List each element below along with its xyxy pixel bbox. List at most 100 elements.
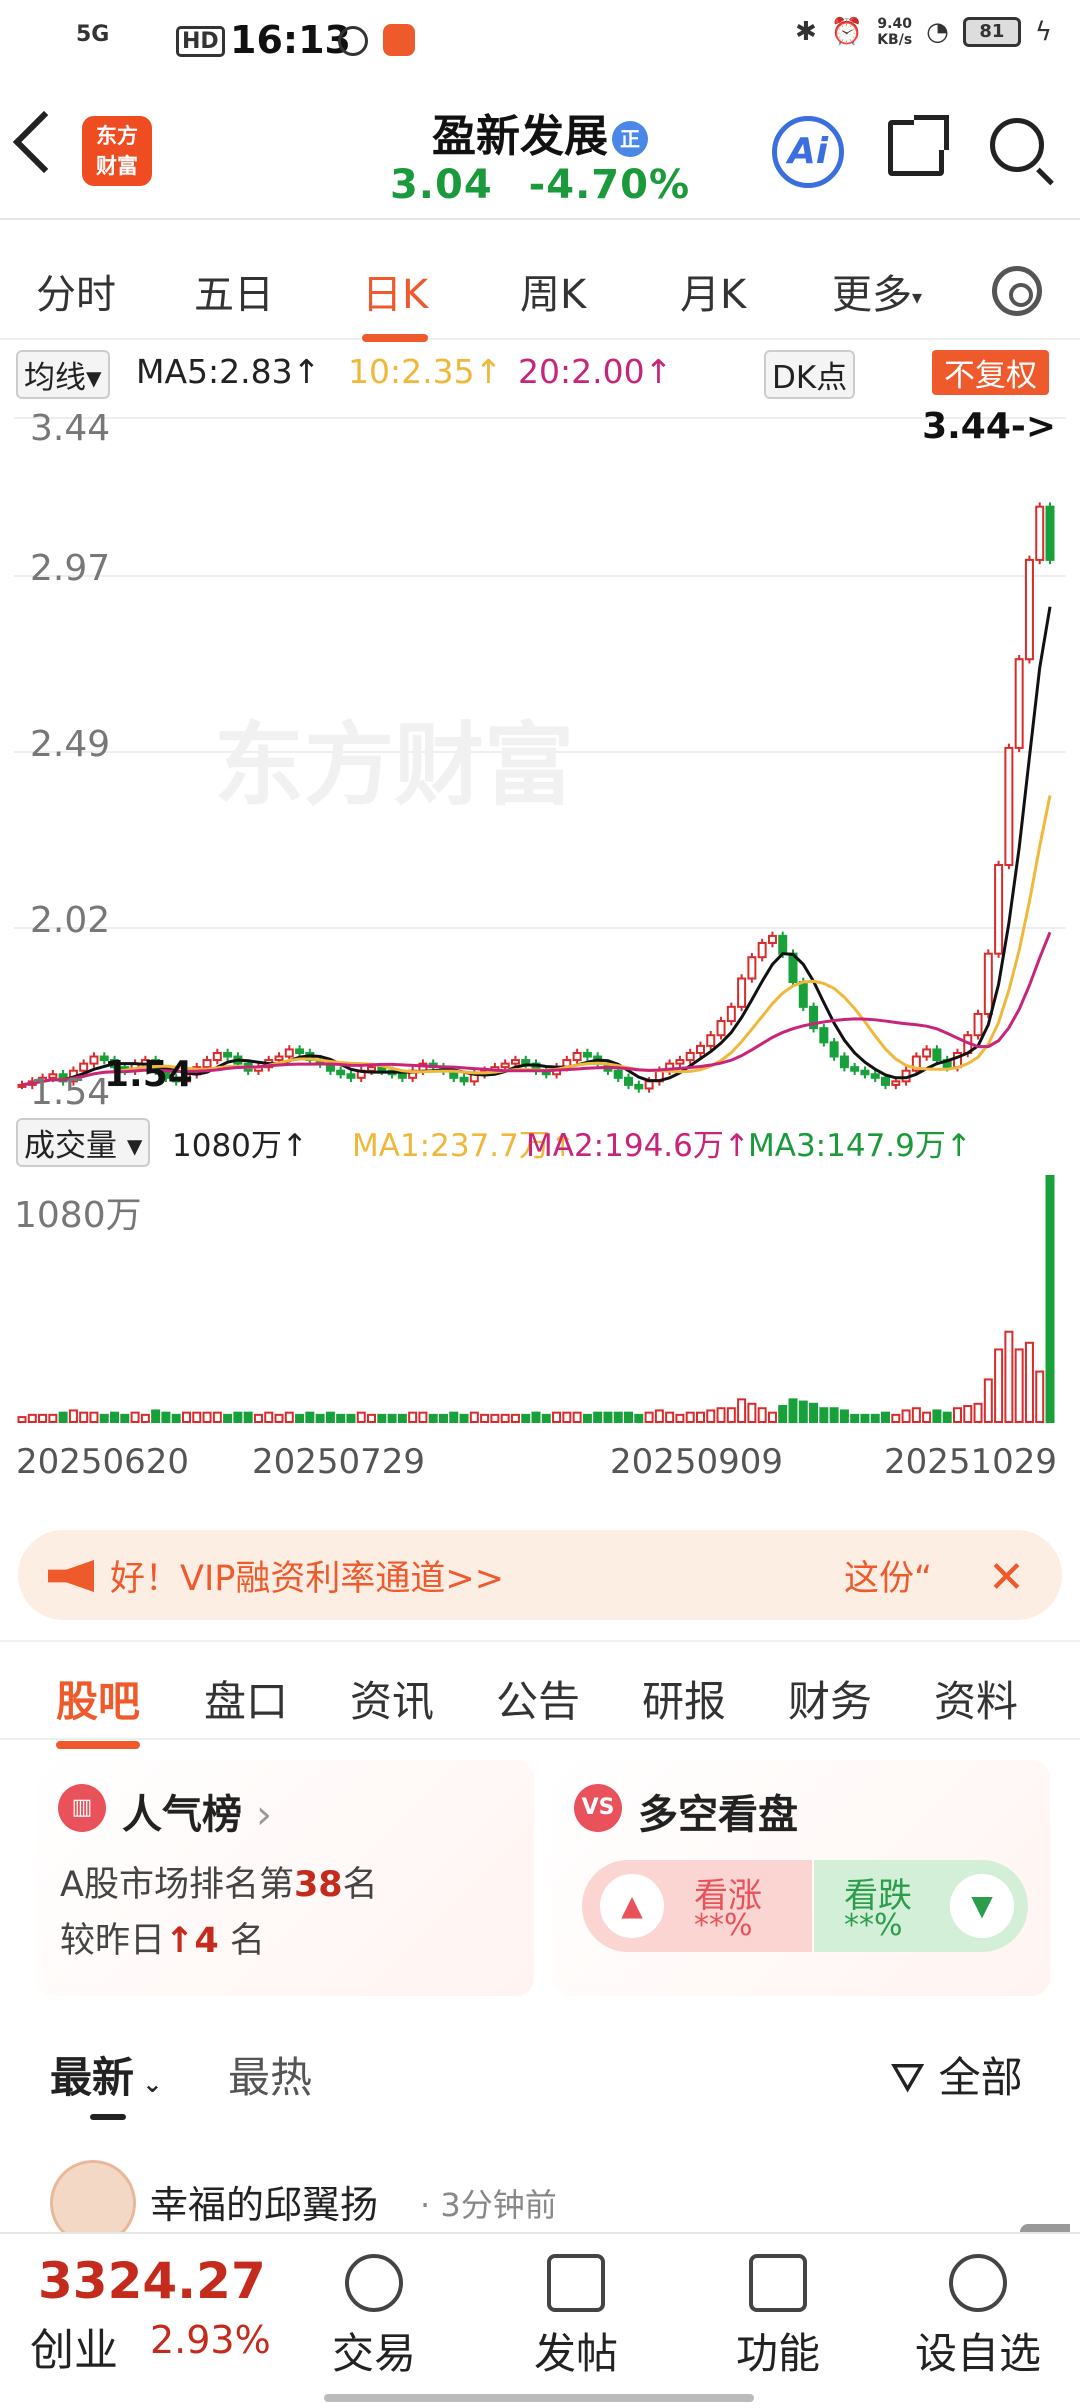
volume-bar: [562, 1411, 572, 1423]
nav-functions[interactable]: 功能: [708, 2254, 848, 2381]
dk-point-button[interactable]: DK点: [764, 350, 856, 399]
volume-bar: [17, 1416, 27, 1424]
tab-five-day[interactable]: 五日: [194, 262, 274, 320]
index-value[interactable]: 3324.27: [38, 2252, 266, 2310]
candle: [778, 934, 788, 955]
volume-bar: [593, 1411, 603, 1423]
tab-finance[interactable]: 财务: [788, 1668, 872, 1729]
trade-icon: [345, 2254, 403, 2312]
volume-ma1-text: MA1:237.7万: [352, 1128, 550, 1164]
volume-svg: [17, 1175, 1055, 1424]
candle: [367, 1066, 377, 1072]
ma10-text: 10:2.35: [348, 352, 475, 391]
alarm-icon: ⏰: [830, 17, 864, 47]
nav-trade[interactable]: 交易: [304, 2254, 444, 2381]
tab-more[interactable]: 更多▾: [832, 262, 922, 320]
volume-bar: [901, 1409, 911, 1424]
popularity-card[interactable]: ▥ 人气榜 › A股市场排名第38名 较昨日↑4 名: [36, 1760, 534, 1996]
candle: [973, 1012, 983, 1037]
candle: [202, 1059, 212, 1069]
bull-bear-card[interactable]: VS 多空看盘 ▲ 看涨 **% 看跌 **% ▼: [552, 1760, 1050, 1996]
tab-weekly-k[interactable]: 周K: [520, 262, 586, 320]
volume-bar: [510, 1413, 520, 1423]
candle: [829, 1041, 839, 1058]
nav-post[interactable]: 发帖: [506, 2254, 646, 2381]
vote-down-button[interactable]: 看跌 **% ▼: [814, 1860, 1028, 1952]
status-bar: 5G HD 16:13 ✱ ⏰ 9.40 KB/s ◔ 81 ϟ: [0, 0, 1080, 80]
tab-news[interactable]: 资讯: [350, 1668, 434, 1729]
tab-monthly-k[interactable]: 月K: [680, 262, 746, 320]
candle: [634, 1083, 644, 1090]
tab-latest[interactable]: 最新 ⌄: [50, 2044, 162, 2105]
candle: [706, 1034, 716, 1047]
volume-bar: [387, 1413, 397, 1423]
adjust-price-button[interactable]: 不复权: [932, 350, 1049, 395]
chevron-right-icon: ›: [255, 1792, 272, 1838]
grid-icon: [749, 2254, 807, 2312]
search-icon[interactable]: [990, 118, 1044, 172]
x-axis-label: 20251029: [884, 1442, 1058, 1482]
tab-daily-k[interactable]: 日K: [362, 262, 429, 342]
volume-bar: [264, 1411, 274, 1423]
volume-bar: [552, 1411, 562, 1423]
volume-bar: [38, 1413, 48, 1423]
post-item[interactable]: 幸福的邱翼扬 · 3分钟前: [0, 2160, 1080, 2246]
volume-chart[interactable]: 1080万: [14, 1172, 1066, 1426]
index-name[interactable]: 创业: [30, 2314, 118, 2378]
ai-assistant-button[interactable]: Ai: [772, 116, 844, 188]
volume-selector-label: 成交量: [24, 1128, 117, 1164]
candle: [798, 981, 808, 1008]
volume-bar: [870, 1413, 880, 1423]
volume-bar: [706, 1409, 716, 1424]
candle: [624, 1076, 634, 1086]
volume-selector[interactable]: 成交量 ▾: [16, 1118, 151, 1167]
nav-trade-label: 交易: [331, 2329, 416, 2378]
gear-icon[interactable]: [992, 266, 1042, 316]
volume-bar: [778, 1405, 788, 1423]
vote-up-button[interactable]: ▲ 看涨 **%: [582, 1860, 812, 1952]
candle: [284, 1048, 294, 1058]
change-prefix: 较昨日: [60, 1921, 166, 1961]
promo-banner[interactable]: 好！VIP融资利率通道>> 这份“ ✕: [18, 1530, 1062, 1620]
tab-hot[interactable]: 最热: [228, 2044, 312, 2105]
nav-functions-label: 功能: [735, 2329, 820, 2378]
home-indicator: [324, 2394, 754, 2402]
volume-bar: [408, 1411, 418, 1423]
tab-forum[interactable]: 股吧: [56, 1668, 141, 1749]
volume-bar: [654, 1409, 664, 1424]
share-icon[interactable]: [888, 115, 949, 176]
tab-profile[interactable]: 资料: [934, 1668, 1018, 1729]
ma-selector[interactable]: 均线▾: [16, 350, 110, 399]
volume-value: 1080万↑: [172, 1120, 308, 1165]
vote-up-value: **%: [694, 1908, 753, 1943]
ma5-value: MA5:2.83↑: [136, 352, 320, 391]
tab-intraday[interactable]: 分时: [36, 262, 116, 320]
filter-label: 全部: [938, 2053, 1023, 2102]
candle: [747, 956, 757, 980]
tab-more-label: 更多: [832, 272, 912, 318]
more-dots-icon: [949, 2254, 1007, 2312]
candle: [1024, 558, 1034, 661]
nav-watchlist[interactable]: 设自选: [908, 2254, 1048, 2381]
caret-up-icon: ▲: [600, 1874, 664, 1938]
volume-bar: [130, 1411, 140, 1423]
filter-button[interactable]: ⛛ 全部: [890, 2044, 1023, 2105]
volume-bar: [428, 1413, 438, 1423]
candlestick-chart[interactable]: 东方财富 3.44 2.97 2.49 2.02 1.54 3.44-> 1.5…: [14, 402, 1066, 1113]
ma10-arrow: ↑: [474, 352, 503, 391]
rank-number: 38: [293, 1865, 343, 1905]
close-icon[interactable]: ✕: [988, 1552, 1025, 1603]
app-notification-icon-2: [383, 24, 415, 56]
post-author[interactable]: 幸福的邱翼扬: [150, 2174, 378, 2229]
volume-ma3-arrow: ↑: [945, 1128, 972, 1164]
volume-bar: [284, 1411, 294, 1423]
candle: [1014, 658, 1024, 749]
tab-announcements[interactable]: 公告: [496, 1668, 580, 1729]
tab-orderbook[interactable]: 盘口: [204, 1668, 288, 1729]
stock-header: 东方 财富 盈新发展正 3.04 -4.70% Ai: [0, 80, 1080, 220]
current-price-marker: 3.44->: [922, 406, 1056, 447]
volume-bar: [798, 1400, 808, 1423]
y-axis-label: 3.44: [30, 408, 111, 449]
y-axis-label: 2.97: [30, 548, 111, 589]
tab-research[interactable]: 研报: [642, 1668, 726, 1729]
